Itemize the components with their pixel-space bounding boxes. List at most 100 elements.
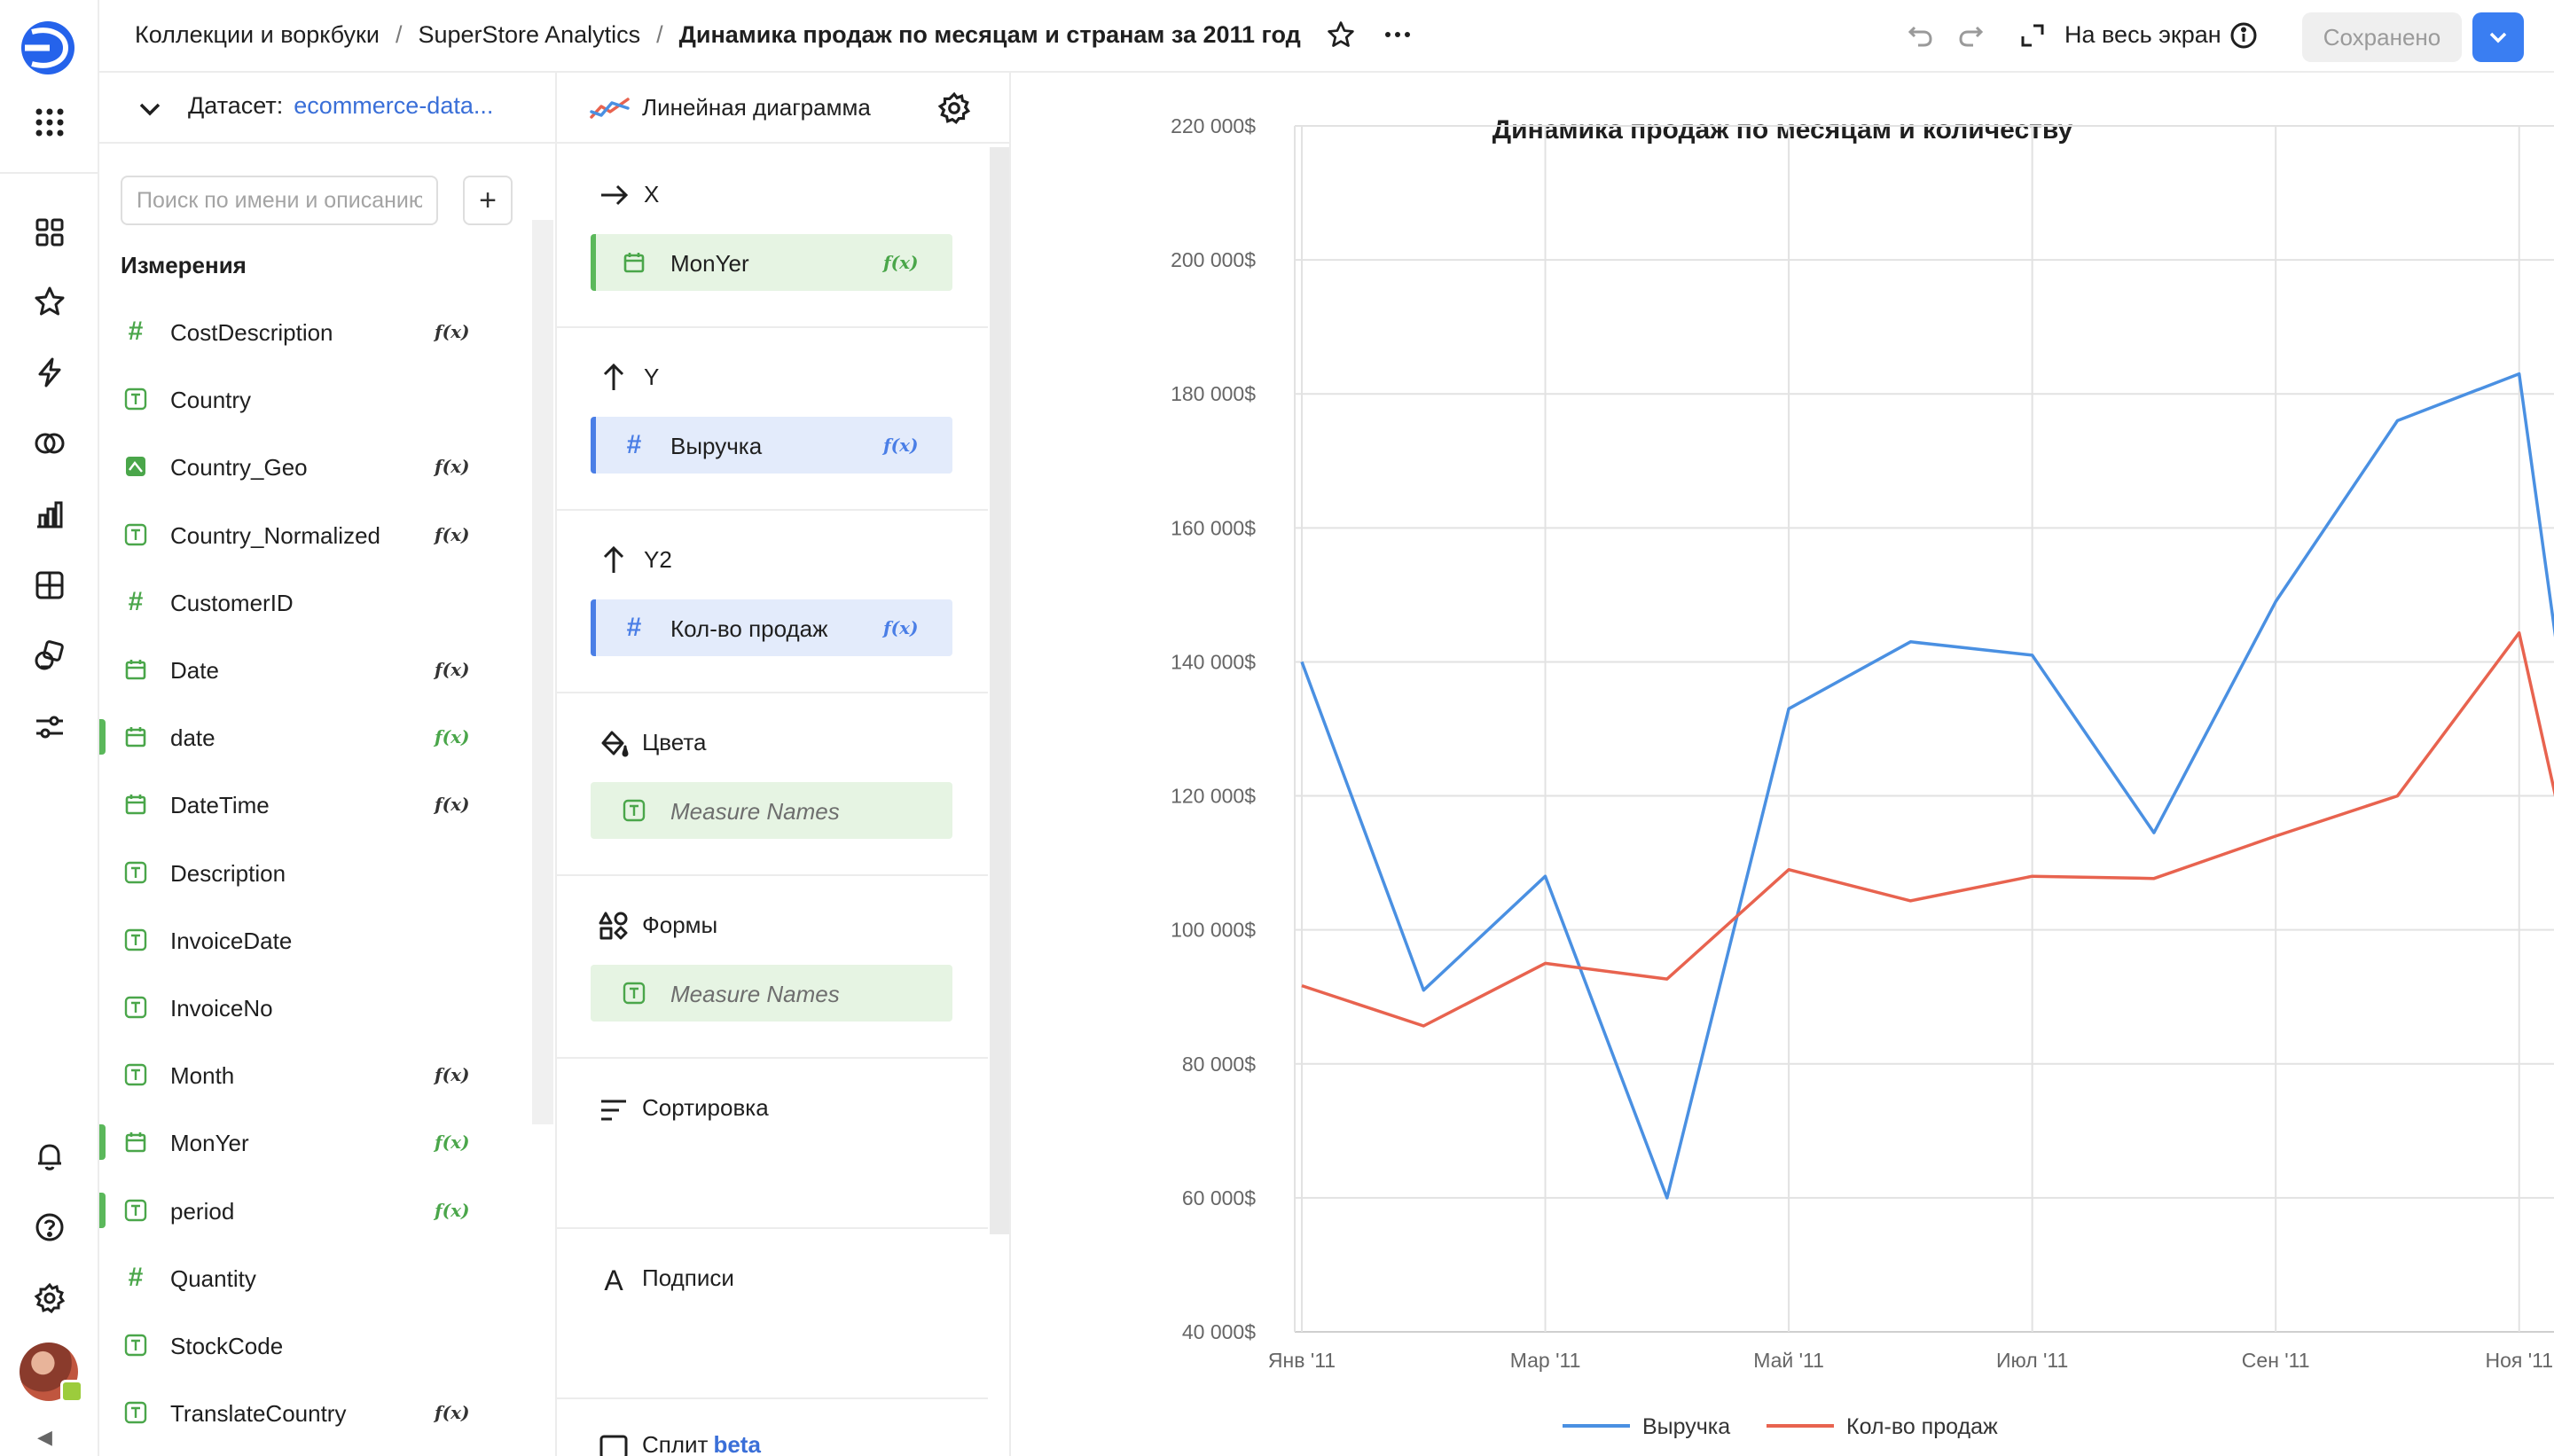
redo-icon[interactable] xyxy=(1953,18,1988,53)
wizard-scrollbar[interactable] xyxy=(990,147,1009,1234)
formula-fx-icon: f(x) xyxy=(435,523,470,545)
y2-field-chip[interactable]: # Кол-во продаж f(x) xyxy=(591,599,952,656)
series-line-1[interactable] xyxy=(1301,630,2554,1180)
add-field-button[interactable]: + xyxy=(463,176,513,225)
settings-gear-icon[interactable] xyxy=(25,1273,74,1323)
datalens-logo-icon[interactable] xyxy=(20,20,76,76)
y-tick-label: 120 000$ xyxy=(1171,785,1256,808)
field-item[interactable]: date f(x) xyxy=(99,710,543,763)
fullscreen-icon[interactable] xyxy=(2015,18,2050,53)
text-field-icon xyxy=(621,980,647,1006)
section-split-label: Сплит xyxy=(642,1431,709,1456)
saved-button[interactable]: Сохранено xyxy=(2302,12,2462,62)
breadcrumb-collections[interactable]: Коллекции и воркбуки xyxy=(135,21,380,49)
charts-bars-icon[interactable] xyxy=(25,489,74,539)
breadcrumb-workbook[interactable]: SuperStore Analytics xyxy=(418,21,640,49)
y-tick-label: 80 000$ xyxy=(1182,1053,1256,1076)
letter-a-icon: A xyxy=(604,1264,623,1296)
section-labels-title: Подписи xyxy=(642,1264,734,1291)
text-field-icon xyxy=(122,1332,149,1358)
formula-fx-icon: f(x) xyxy=(435,1064,470,1086)
dataset-name[interactable]: ecommerce-data... xyxy=(294,92,493,119)
field-label: MonYer xyxy=(170,1130,249,1157)
field-item[interactable]: MonYer f(x) xyxy=(99,1115,543,1169)
field-label: Country_Normalized xyxy=(170,521,380,549)
field-label: TranslateCountry xyxy=(170,1400,347,1428)
avatar-status-badge xyxy=(60,1380,83,1403)
section-x-title: X xyxy=(644,181,660,207)
info-icon[interactable] xyxy=(2226,18,2261,53)
field-item[interactable]: # Quantity xyxy=(99,1251,543,1304)
chart-series xyxy=(1300,372,2554,1256)
favorites-star-icon[interactable] xyxy=(25,277,74,326)
section-split[interactable]: Сплит beta xyxy=(557,1399,988,1456)
field-item[interactable]: DateTime f(x) xyxy=(99,778,543,831)
formula-fx-icon: f(x) xyxy=(435,1131,470,1154)
field-item[interactable]: Date f(x) xyxy=(99,643,543,696)
fullscreen-button[interactable]: На весь экран xyxy=(2064,21,2221,49)
collections-icon[interactable] xyxy=(25,631,74,681)
section-x: X MonYer f(x) xyxy=(557,145,988,328)
x-field-chip[interactable]: MonYer f(x) xyxy=(591,234,952,291)
field-item[interactable]: # CostDescription f(x) xyxy=(99,305,543,358)
field-item[interactable]: # CustomerID xyxy=(99,575,543,629)
breadcrumb: Коллекции и воркбуки / SuperStore Analyt… xyxy=(135,20,1413,50)
dataset-header[interactable]: Датасет: ecommerce-data... xyxy=(99,73,555,144)
chart-title: Динамика продаж по месяцам и количеству xyxy=(1492,115,2073,145)
save-options-dropdown[interactable] xyxy=(2472,12,2524,62)
apps-grid-icon[interactable] xyxy=(32,105,67,140)
field-item[interactable]: Description xyxy=(99,846,543,899)
field-item[interactable]: StockCode xyxy=(99,1319,543,1372)
chevron-down-icon xyxy=(2489,32,2507,43)
field-item[interactable]: TranslateCountry f(x) xyxy=(99,1386,543,1439)
legend-item-label[interactable]: Выручка xyxy=(1642,1414,1730,1439)
chart-type-header[interactable]: Линейная диаграмма xyxy=(557,73,1009,144)
y-tick-label: 180 000$ xyxy=(1171,382,1256,405)
field-item[interactable]: InvoiceDate xyxy=(99,913,543,967)
field-item[interactable]: period f(x) xyxy=(99,1184,543,1237)
chart-type-label[interactable]: Линейная диаграмма xyxy=(642,94,871,121)
undo-icon[interactable] xyxy=(1903,18,1939,53)
connections-bolt-icon[interactable] xyxy=(25,348,74,397)
help-question-icon[interactable] xyxy=(25,1202,74,1252)
field-item[interactable]: Month f(x) xyxy=(99,1048,543,1101)
text-field-icon xyxy=(122,859,149,886)
text-field-icon xyxy=(122,1399,149,1426)
formula-fx-icon: f(x) xyxy=(435,1402,470,1424)
tables-icon[interactable] xyxy=(25,560,74,610)
section-colors: Цвета Measure Names xyxy=(557,693,988,876)
series-line-0[interactable] xyxy=(1300,372,2554,1256)
more-options-icon[interactable] xyxy=(1383,20,1413,50)
field-label: Country xyxy=(170,387,252,414)
field-item[interactable]: Country xyxy=(99,372,543,426)
formula-fx-icon: f(x) xyxy=(435,794,470,816)
dashboards-icon[interactable] xyxy=(25,207,74,257)
shapes-field-chip[interactable]: Measure Names xyxy=(591,965,952,1022)
colors-field-chip[interactable]: Measure Names xyxy=(591,782,952,839)
formula-fx-icon: f(x) xyxy=(435,321,470,342)
chevron-down-icon[interactable] xyxy=(135,94,165,124)
y-field-label: Выручка xyxy=(670,433,763,459)
notifications-bell-icon[interactable] xyxy=(25,1131,74,1181)
settings-sliders-icon[interactable] xyxy=(25,702,74,752)
field-search-input[interactable] xyxy=(121,176,438,225)
x-field-label: MonYer xyxy=(670,250,749,277)
dataset-scrollbar[interactable] xyxy=(532,220,553,1124)
field-label: DateTime xyxy=(170,792,270,819)
datasets-rings-icon[interactable] xyxy=(25,419,74,468)
collapse-rail-icon[interactable]: ◀ xyxy=(37,1426,52,1449)
section-sort[interactable]: Сортировка xyxy=(557,1059,988,1229)
y-tick-label: 200 000$ xyxy=(1171,248,1256,271)
field-item[interactable]: Country_Geo f(x) xyxy=(99,440,543,493)
field-item[interactable]: InvoiceNo xyxy=(99,981,543,1034)
section-labels[interactable]: A Подписи xyxy=(557,1229,988,1399)
chart-settings-gear-icon[interactable] xyxy=(936,90,972,126)
legend-item-label[interactable]: Кол-во продаж xyxy=(1846,1414,1998,1439)
text-field-icon xyxy=(122,521,149,548)
y-field-chip[interactable]: # Выручка f(x) xyxy=(591,417,952,474)
text-field-icon xyxy=(122,1061,149,1088)
favorite-star-icon[interactable] xyxy=(1326,20,1356,50)
field-item[interactable]: Country_Normalized f(x) xyxy=(99,508,543,561)
calendar-icon xyxy=(122,724,149,750)
field-label: StockCode xyxy=(170,1333,284,1359)
